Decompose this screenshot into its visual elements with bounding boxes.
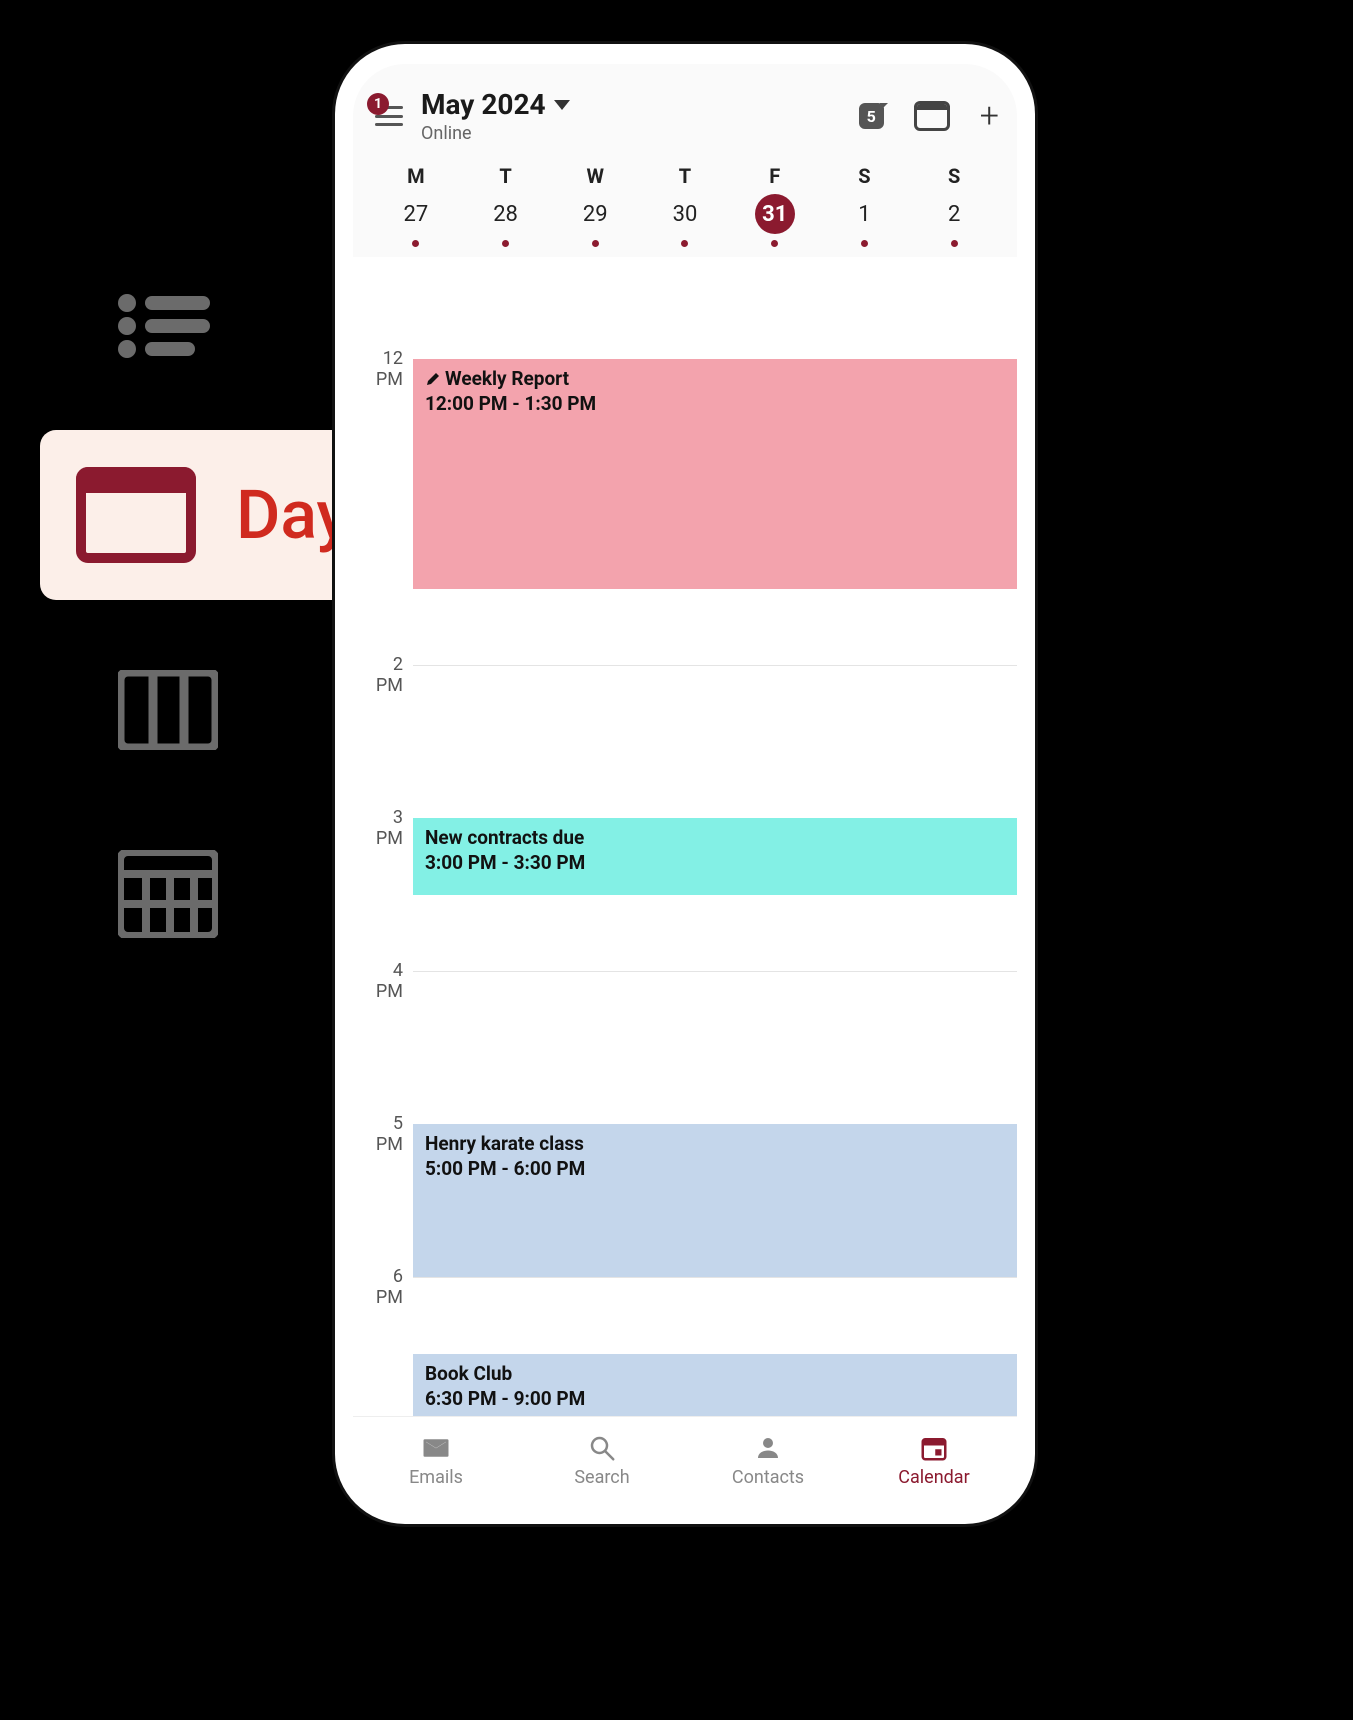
day-timeline[interactable]: 12PM 2PM 3PM 4PM 5PM 6PM Weekly Report12:00 P… bbox=[353, 257, 1017, 1416]
calendar-event[interactable]: New contracts due3:00 PM - 3:30 PM bbox=[413, 818, 1017, 895]
connection-status: Online bbox=[421, 123, 570, 144]
event-time: 12:00 PM - 1:30 PM bbox=[425, 392, 1005, 415]
event-title: Henry karate class bbox=[425, 1132, 1005, 1155]
event-dot bbox=[771, 240, 778, 247]
event-title: Book Club bbox=[425, 1362, 1005, 1385]
week-day[interactable]: S2 bbox=[909, 164, 999, 257]
week-dow: M bbox=[407, 164, 425, 188]
week-day[interactable]: F 31 bbox=[730, 164, 820, 257]
week-dow: T bbox=[499, 164, 511, 188]
hour-label: 5PM bbox=[353, 1114, 407, 1155]
today-button[interactable] bbox=[914, 101, 950, 131]
event-title: New contracts due bbox=[425, 826, 1005, 849]
nav-label: Search bbox=[574, 1467, 629, 1488]
week-day[interactable]: S1 bbox=[820, 164, 910, 257]
view-3day-icon[interactable] bbox=[118, 670, 218, 754]
menu-button[interactable]: 1 bbox=[371, 101, 407, 131]
day-view-icon bbox=[76, 467, 196, 563]
week-day[interactable]: M 27 bbox=[371, 164, 461, 257]
event-title: Weekly Report bbox=[425, 367, 1005, 390]
event-dot bbox=[951, 240, 958, 247]
calendar-event[interactable]: Book Club6:30 PM - 9:00 PM bbox=[413, 1354, 1017, 1417]
event-dot bbox=[412, 240, 419, 247]
event-time: 6:30 PM - 9:00 PM bbox=[425, 1387, 1005, 1410]
week-day-number: 27 bbox=[396, 194, 436, 234]
week-dow: S bbox=[858, 164, 870, 188]
chevron-down-icon bbox=[554, 100, 570, 110]
view-month-icon[interactable] bbox=[118, 850, 218, 942]
event-dot bbox=[681, 240, 688, 247]
calendar-event[interactable]: Weekly Report12:00 PM - 1:30 PM bbox=[413, 359, 1017, 589]
week-day-number: 2 bbox=[934, 194, 974, 234]
nav-search[interactable]: Search bbox=[519, 1417, 685, 1504]
nav-label: Contacts bbox=[732, 1467, 804, 1488]
notification-badge: 1 bbox=[367, 93, 389, 115]
event-time: 3:00 PM - 3:30 PM bbox=[425, 851, 1005, 874]
hour-label: 2PM bbox=[353, 655, 407, 696]
week-dow: W bbox=[587, 164, 605, 188]
week-strip: M27T28W29T30F31S1S2 bbox=[371, 164, 999, 257]
hour-gridline bbox=[413, 1277, 1017, 1278]
phone-screen: 1 May 2024 Online 5 + M27T28W29T30F31S1 bbox=[353, 64, 1017, 1504]
hour-label: 12PM bbox=[353, 349, 407, 390]
hour-gridline bbox=[413, 971, 1017, 972]
calendar-event[interactable]: Henry karate class5:00 PM - 6:00 PM bbox=[413, 1124, 1017, 1277]
week-dow: F bbox=[769, 164, 780, 188]
week-dow: S bbox=[948, 164, 960, 188]
nav-emails[interactable]: Emails bbox=[353, 1417, 519, 1504]
view-switch bbox=[110, 290, 220, 362]
count-chip[interactable]: 5 bbox=[859, 103, 884, 129]
event-time: 5:00 PM - 6:00 PM bbox=[425, 1157, 1005, 1180]
week-day-number: 30 bbox=[665, 194, 705, 234]
hour-label: 3PM bbox=[353, 808, 407, 849]
add-event-button[interactable]: + bbox=[980, 99, 999, 133]
phone-frame: 1 May 2024 Online 5 + M27T28W29T30F31S1 bbox=[335, 44, 1035, 1524]
nav-label: Calendar bbox=[898, 1467, 969, 1488]
month-picker[interactable]: May 2024 bbox=[421, 88, 570, 121]
nav-contacts[interactable]: Contacts bbox=[685, 1417, 851, 1504]
nav-label: Emails bbox=[409, 1467, 463, 1488]
hour-label: 4PM bbox=[353, 961, 407, 1002]
week-day-number: 31 bbox=[755, 194, 795, 234]
event-dot bbox=[861, 240, 868, 247]
view-agenda-icon[interactable] bbox=[110, 290, 220, 362]
bottom-nav: Emails Search Contacts Calendar bbox=[353, 1416, 1017, 1504]
week-day[interactable]: T 30 bbox=[640, 164, 730, 257]
week-day[interactable]: T 28 bbox=[461, 164, 551, 257]
week-day[interactable]: W 29 bbox=[550, 164, 640, 257]
week-day-number: 28 bbox=[486, 194, 526, 234]
week-day-number: 29 bbox=[575, 194, 615, 234]
header-title: May 2024 bbox=[421, 88, 546, 121]
nav-calendar[interactable]: Calendar bbox=[851, 1417, 1017, 1504]
hour-gridline bbox=[413, 665, 1017, 666]
app-header: 1 May 2024 Online 5 + M27T28W29T30F31S1 bbox=[353, 64, 1017, 257]
week-day-number: 1 bbox=[844, 194, 884, 234]
event-dot bbox=[502, 240, 509, 247]
hour-label: 6PM bbox=[353, 1267, 407, 1308]
event-dot bbox=[592, 240, 599, 247]
view-day-label: Day bbox=[236, 475, 350, 555]
week-dow: T bbox=[679, 164, 691, 188]
